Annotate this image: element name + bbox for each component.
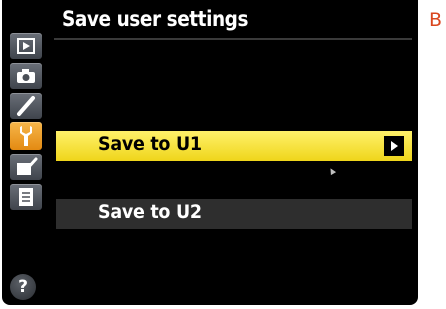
pointer-cursor-icon [327, 166, 337, 176]
menu-item-label: Save to U1 [98, 133, 202, 155]
page-title: Save user settings [62, 7, 249, 31]
camera-menu-screen: Save user settings ? Save to U1 Save to … [2, 0, 418, 305]
help-icon[interactable]: ? [10, 274, 36, 300]
pencil-icon[interactable] [10, 93, 42, 119]
retouch-icon[interactable] [10, 154, 42, 180]
corner-label: B [429, 9, 443, 31]
menu-item-save-u1[interactable]: Save to U1 [56, 131, 412, 161]
header-divider [54, 38, 412, 40]
wrench-icon[interactable] [10, 122, 42, 150]
playback-icon[interactable] [10, 33, 42, 59]
submenu-arrow-icon [384, 136, 404, 156]
menu-item-save-u2[interactable]: Save to U2 [56, 199, 412, 229]
camera-icon[interactable] [10, 63, 42, 89]
menu-item-label: Save to U2 [98, 201, 202, 223]
my-menu-icon[interactable] [10, 184, 42, 210]
